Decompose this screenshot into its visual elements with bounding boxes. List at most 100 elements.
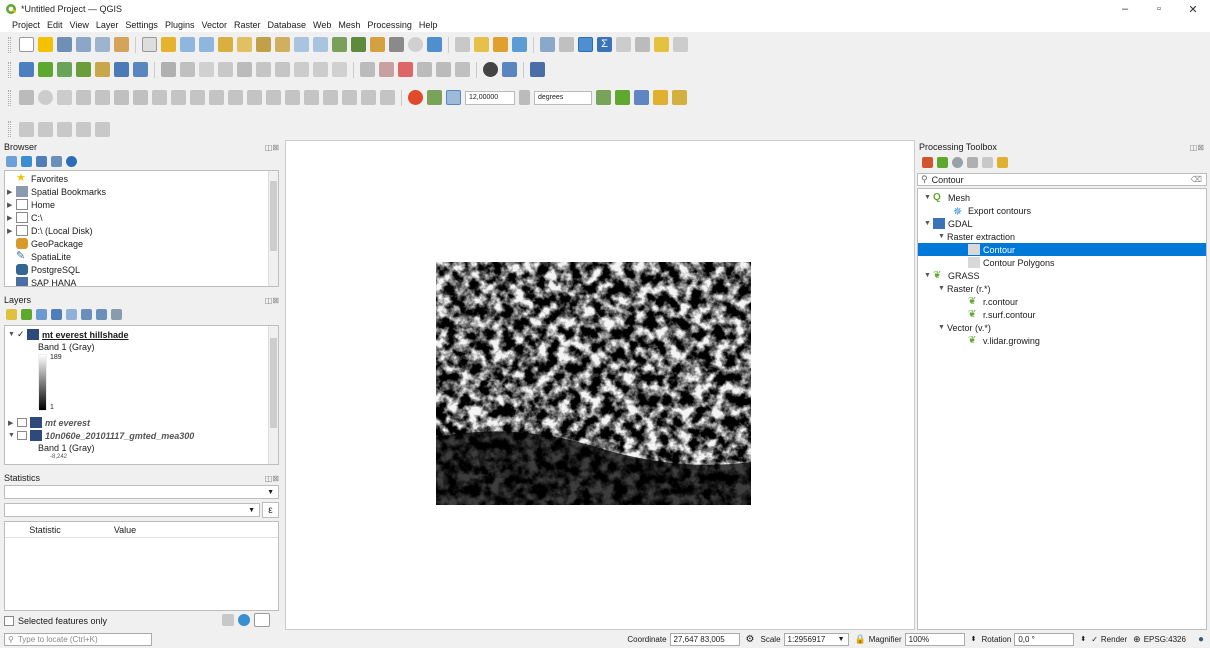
delete-ring-icon[interactable] bbox=[209, 90, 224, 105]
trim-extend-icon[interactable] bbox=[380, 90, 395, 105]
delete-icon[interactable] bbox=[256, 62, 271, 77]
zoom-full-icon[interactable] bbox=[218, 37, 233, 52]
add-postgis-icon[interactable] bbox=[133, 62, 148, 77]
menu-project[interactable]: Project bbox=[12, 20, 40, 30]
ellipse-tool-icon[interactable] bbox=[57, 90, 72, 105]
tree-item-contour-selected[interactable]: Contour bbox=[918, 243, 1206, 256]
add-raster-icon[interactable] bbox=[57, 62, 72, 77]
add-mesh-icon[interactable] bbox=[76, 62, 91, 77]
clear-icon[interactable] bbox=[519, 90, 530, 105]
locator-search[interactable]: ⚲ Type to locate (Ctrl+K) bbox=[4, 632, 152, 646]
angle-snap-icon[interactable] bbox=[446, 90, 461, 105]
browser-item-c-drive[interactable]: ▶ C:\ bbox=[7, 211, 278, 224]
menu-mesh[interactable]: Mesh bbox=[338, 20, 360, 30]
rotate-point-icon[interactable] bbox=[361, 90, 376, 105]
tree-item-gdal[interactable]: ▼ GDAL bbox=[918, 217, 1206, 230]
line-tools-icon[interactable] bbox=[57, 121, 72, 137]
copy-icon[interactable] bbox=[222, 614, 234, 626]
angle-unit-select[interactable]: degrees bbox=[534, 90, 592, 105]
rotation-field[interactable]: 0,0 ° bbox=[1014, 632, 1075, 646]
zoom-selection-icon[interactable] bbox=[237, 37, 252, 52]
menu-database[interactable]: Database bbox=[268, 20, 307, 30]
edit-features-icon[interactable] bbox=[982, 156, 993, 168]
refresh-icon[interactable] bbox=[21, 155, 32, 167]
collapse-icon[interactable] bbox=[51, 155, 62, 167]
identify-icon[interactable] bbox=[540, 37, 555, 52]
reshape-icon[interactable] bbox=[247, 90, 262, 105]
clear-search-icon[interactable]: ⌫ bbox=[1191, 175, 1202, 184]
layer-item-mt-everest[interactable]: ▶ mt everest bbox=[8, 416, 278, 429]
attribute-table-icon[interactable] bbox=[455, 37, 470, 52]
filter-icon[interactable] bbox=[36, 155, 47, 167]
processing-search-field[interactable]: ⚲ Contour ⌫ bbox=[917, 173, 1207, 186]
undo-icon[interactable] bbox=[332, 62, 347, 77]
add-delimited-icon[interactable] bbox=[95, 62, 110, 77]
digitize-icon[interactable] bbox=[161, 62, 176, 77]
results-icon[interactable] bbox=[967, 156, 978, 168]
label-rotate-icon[interactable] bbox=[436, 62, 451, 77]
label-highlight-icon[interactable] bbox=[398, 62, 413, 77]
fill-ring-icon[interactable] bbox=[190, 90, 205, 105]
statistics-field-select[interactable]: ▼ bbox=[4, 503, 260, 517]
render-checkbox[interactable]: ✓ bbox=[1091, 635, 1098, 644]
bookmark-icon[interactable] bbox=[370, 37, 385, 52]
regular-polygon-icon[interactable] bbox=[95, 90, 110, 105]
split-parts-icon[interactable] bbox=[304, 90, 319, 105]
toolbar-grip[interactable] bbox=[8, 61, 11, 78]
zoom-out-icon[interactable] bbox=[199, 37, 214, 52]
new-3d-view-icon[interactable] bbox=[351, 37, 366, 52]
rotation-spinner-icon[interactable]: ⬍ bbox=[1080, 635, 1086, 643]
tracing-icon[interactable] bbox=[427, 90, 442, 105]
coordinate-field[interactable]: 27,647 83,005 bbox=[669, 632, 740, 646]
panel-float-close-icon[interactable]: ◫⊠ bbox=[265, 474, 279, 483]
browser-item-favorites[interactable]: ★ Favorites bbox=[7, 172, 278, 185]
locator-icon[interactable] bbox=[673, 37, 688, 52]
deselect-icon[interactable] bbox=[512, 37, 527, 52]
digitizing-icon[interactable] bbox=[19, 90, 34, 105]
layers-scrollbar[interactable] bbox=[268, 326, 278, 464]
print-layout-icon[interactable] bbox=[95, 37, 110, 52]
point-tools-icon[interactable] bbox=[76, 121, 91, 137]
minimize-button[interactable]: – bbox=[1108, 0, 1142, 18]
layer-visibility-checkbox[interactable] bbox=[17, 431, 27, 440]
browser-scrollbar[interactable] bbox=[268, 171, 278, 286]
shape-tools-icon[interactable] bbox=[19, 121, 34, 137]
measure-icon[interactable] bbox=[616, 37, 631, 52]
temporal-icon[interactable] bbox=[408, 37, 423, 52]
collapse-all-icon[interactable] bbox=[96, 308, 107, 320]
maximize-button[interactable]: ▫ bbox=[1142, 0, 1176, 18]
tree-item-r-contour[interactable]: ❦ r.contour bbox=[918, 295, 1206, 308]
map-tips-icon[interactable] bbox=[635, 37, 650, 52]
snapping-options-icon[interactable] bbox=[672, 90, 687, 105]
panel-float-close-icon[interactable]: ◫⊠ bbox=[1190, 143, 1204, 152]
close-button[interactable]: ✕ bbox=[1176, 0, 1210, 18]
scripts-icon[interactable] bbox=[937, 156, 948, 168]
plugin-icon[interactable] bbox=[502, 62, 517, 77]
rectangle-tool-icon[interactable] bbox=[76, 90, 91, 105]
map-canvas[interactable] bbox=[285, 140, 915, 630]
save-edits-icon[interactable] bbox=[199, 62, 214, 77]
advanced-digitize-icon[interactable] bbox=[653, 90, 668, 105]
add-selected-icon[interactable] bbox=[6, 155, 17, 167]
label-move-icon[interactable] bbox=[417, 62, 432, 77]
menu-raster[interactable]: Raster bbox=[234, 20, 261, 30]
expression-filter-icon[interactable] bbox=[66, 308, 77, 320]
style-manager-icon[interactable] bbox=[114, 37, 129, 52]
paste-icon[interactable] bbox=[313, 62, 328, 77]
tree-item-grass[interactable]: ▼ ❦ GRASS bbox=[918, 269, 1206, 282]
browser-item-spatial-bookmarks[interactable]: ▶ Spatial Bookmarks bbox=[7, 185, 278, 198]
open-attribute-table-icon[interactable] bbox=[559, 37, 574, 52]
tree-item-v-lidar-growing[interactable]: ❦ v.lidar.growing bbox=[918, 334, 1206, 347]
statistics-layer-select[interactable]: ▼ bbox=[4, 485, 279, 499]
cut-icon[interactable] bbox=[275, 62, 290, 77]
zoom-native-icon[interactable] bbox=[275, 37, 290, 52]
options-icon[interactable] bbox=[997, 156, 1008, 168]
tree-item-vector-v[interactable]: ▼ Vector (v.*) bbox=[918, 321, 1206, 334]
add-ring-icon[interactable] bbox=[152, 90, 167, 105]
messages-icon[interactable]: ● bbox=[1198, 634, 1204, 645]
label-pin-icon[interactable] bbox=[379, 62, 394, 77]
layer-visibility-checkbox[interactable] bbox=[17, 418, 27, 427]
curve-tools-icon[interactable] bbox=[95, 121, 110, 137]
column-header-value[interactable]: Value bbox=[85, 522, 165, 537]
expand-all-icon[interactable] bbox=[81, 308, 92, 320]
